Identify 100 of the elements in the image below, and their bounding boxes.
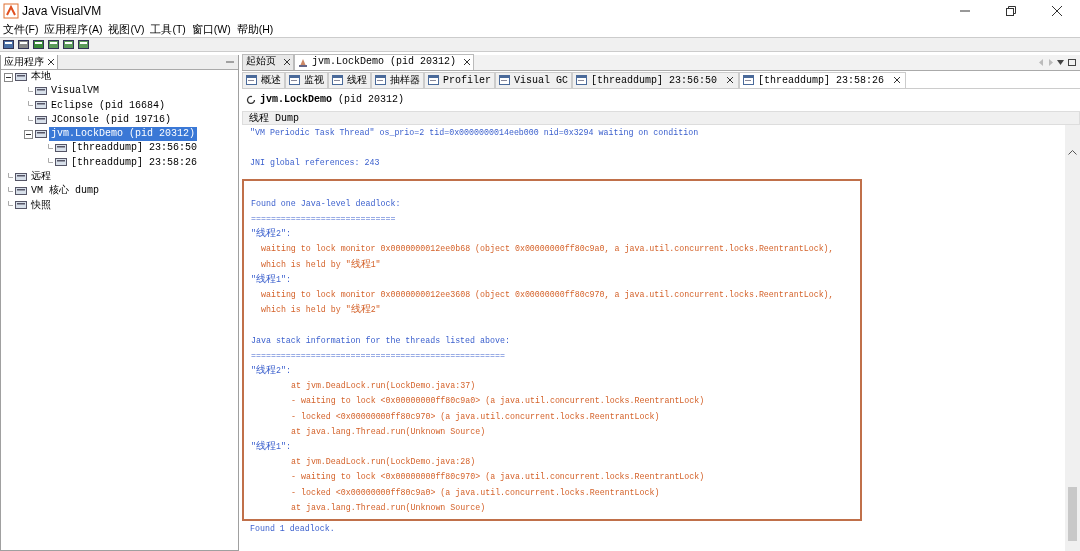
window-icon — [375, 75, 386, 86]
dump-line: at java.lang.Thread.run(Unknown Source) — [290, 425, 487, 438]
view-title: jvm.LockDemo (pid 20312) — [260, 93, 405, 108]
close-icon — [284, 59, 290, 66]
toolbar-button[interactable] — [3, 39, 14, 50]
editor-tab[interactable]: jvm.LockDemo (pid 20312) — [294, 53, 475, 70]
dump-line: - locked <0x00000000ff80c9a0> (a java.util.concurrent.locks.ReentrantLock) — [290, 486, 661, 499]
menu-item[interactable]: 窗口(W) — [188, 22, 234, 37]
tree-item[interactable]: Eclipse (pid 16684) — [49, 98, 168, 113]
toolbar-button[interactable] — [18, 39, 29, 50]
tree-item[interactable]: [threaddump] 23:56:50 — [69, 141, 200, 156]
section-header: 线程 Dump — [242, 110, 1080, 125]
toolbar-icon — [18, 39, 29, 50]
view-tab[interactable]: 线程 — [328, 71, 371, 88]
node-icon — [35, 85, 47, 97]
panel-tab[interactable]: 应用程序 — [1, 54, 58, 69]
toolbar-button[interactable] — [48, 39, 59, 50]
window-icon — [246, 75, 257, 86]
dump-line: "线程2": — [250, 363, 292, 378]
menu-item[interactable]: 视图(V) — [105, 22, 148, 37]
tree-item[interactable]: 快照 — [29, 198, 53, 213]
window-icon — [332, 75, 343, 86]
toolbar-button[interactable] — [78, 39, 89, 50]
node-icon — [15, 186, 27, 197]
dump-line: waiting to lock monitor 0x0000000012ee0b68 (object 0x00000000ff80c9a0, a java.util.concurrent.locks.ReentrantLock), — [260, 243, 835, 256]
dump-line: at jvm.DeadLock.run(LockDemo.java:28) — [290, 456, 477, 469]
dump-line: "VM Periodic Task Thread" os_prio=2 tid=0x0000000014eeb000 nid=0x3294 waiting on condition — [249, 126, 700, 139]
menu-item[interactable]: 工具(T) — [147, 22, 189, 37]
scrollbar-thumb[interactable] — [1068, 486, 1077, 541]
scroll-right-icon — [1048, 58, 1053, 66]
window-icon — [743, 75, 755, 86]
view-tab[interactable]: 抽样器 — [371, 71, 424, 88]
window-icon — [576, 75, 588, 86]
menu-item[interactable]: 应用程序(A) — [41, 22, 106, 37]
window-icon — [428, 75, 439, 86]
node-icon — [35, 100, 47, 112]
dump-line: Found one Java-level deadlock: — [250, 197, 402, 210]
app-icon — [298, 57, 308, 68]
toolbar-icon — [78, 39, 89, 50]
dump-line: "线程1": — [250, 440, 292, 454]
dump-line: =================================================== — [250, 349, 506, 362]
collapse-icon — [24, 129, 33, 139]
tree-item[interactable]: 本地 — [29, 69, 53, 85]
tree-item[interactable]: VisualVM — [49, 84, 101, 99]
node-icon — [15, 71, 27, 83]
node-icon — [15, 200, 27, 212]
scrollbar[interactable] — [1065, 124, 1080, 551]
toolbar-button[interactable] — [63, 39, 74, 50]
node-icon — [35, 114, 47, 126]
refresh-icon — [246, 94, 256, 105]
close-icon — [464, 59, 471, 66]
tree-item[interactable]: 远程 — [29, 170, 53, 185]
close-icon — [1052, 6, 1062, 16]
toolbar-icon — [63, 39, 74, 50]
dump-line: which is held by "线程1" — [260, 257, 382, 272]
view-tab[interactable]: Profiler — [424, 71, 495, 88]
toolbar-button[interactable] — [33, 39, 44, 50]
close-icon — [48, 58, 54, 65]
dump-line: at jvm.DeadLock.run(LockDemo.java:37) — [290, 380, 477, 393]
app-logo-icon — [3, 3, 19, 19]
node-icon — [55, 157, 67, 169]
dump-line: waiting to lock monitor 0x0000000012ee3608 (object 0x00000000ff80c970, a java.util.concurrent.locks.ReentrantLock), — [260, 288, 835, 301]
dump-line: Found 1 deadlock. — [249, 523, 336, 535]
dump-line: JNI global references: 243 — [249, 157, 381, 170]
window-icon — [289, 75, 300, 86]
scroll-up-icon — [1068, 148, 1077, 155]
view-tab[interactable]: 监视 — [285, 71, 328, 88]
view-tab[interactable]: [threaddump] 23:56:50 — [572, 71, 740, 88]
minimize-icon — [226, 58, 234, 65]
close-icon — [727, 77, 734, 84]
view-tab[interactable]: Visual GC — [495, 71, 573, 88]
scroll-left-icon — [1039, 58, 1044, 66]
view-tab[interactable]: [threaddump] 23:58:26 — [739, 71, 907, 88]
dump-line: - waiting to lock <0x00000000ff80c970> (a java.util.concurrent.locks.ReentrantLock) — [290, 471, 706, 484]
node-icon — [15, 171, 27, 183]
toolbar-icon — [48, 39, 59, 50]
dump-line: Java stack information for the threads listed above: — [250, 334, 511, 347]
restore-icon — [1006, 6, 1016, 16]
node-icon — [55, 143, 67, 155]
menu-item[interactable]: 文件(F) — [0, 22, 42, 37]
dump-line: which is held by "线程2" — [260, 303, 382, 318]
menu-item[interactable]: 帮助(H) — [233, 22, 277, 37]
maximize-icon — [1068, 58, 1076, 66]
dump-line: at java.lang.Thread.run(Unknown Source) — [290, 501, 487, 514]
view-tab[interactable]: 概述 — [242, 71, 285, 88]
close-icon — [894, 77, 901, 84]
node-icon — [35, 128, 47, 140]
tree-item[interactable]: JConsole (pid 19716) — [49, 112, 174, 128]
dump-line: "线程1": — [250, 272, 292, 287]
tree-item[interactable]: [threaddump] 23:58:26 — [69, 155, 200, 171]
dump-line: - locked <0x00000000ff80c970> (a java.util.concurrent.locks.ReentrantLock) — [290, 410, 661, 423]
tree-item[interactable]: jvm.LockDemo (pid 20312) — [49, 127, 198, 142]
dump-line: "线程2": — [250, 227, 292, 242]
editor-tab[interactable]: 起始页 — [242, 53, 294, 70]
window-icon — [499, 75, 510, 86]
dropdown-icon — [1057, 59, 1064, 65]
dump-line: - waiting to lock <0x00000000ff80c9a0> (a java.util.concurrent.locks.ReentrantLock) — [290, 395, 706, 408]
tree-item[interactable]: VM 核心 dump — [29, 184, 101, 199]
toolbar-icon — [33, 39, 44, 50]
window-title: Java VisualVM — [22, 3, 102, 20]
